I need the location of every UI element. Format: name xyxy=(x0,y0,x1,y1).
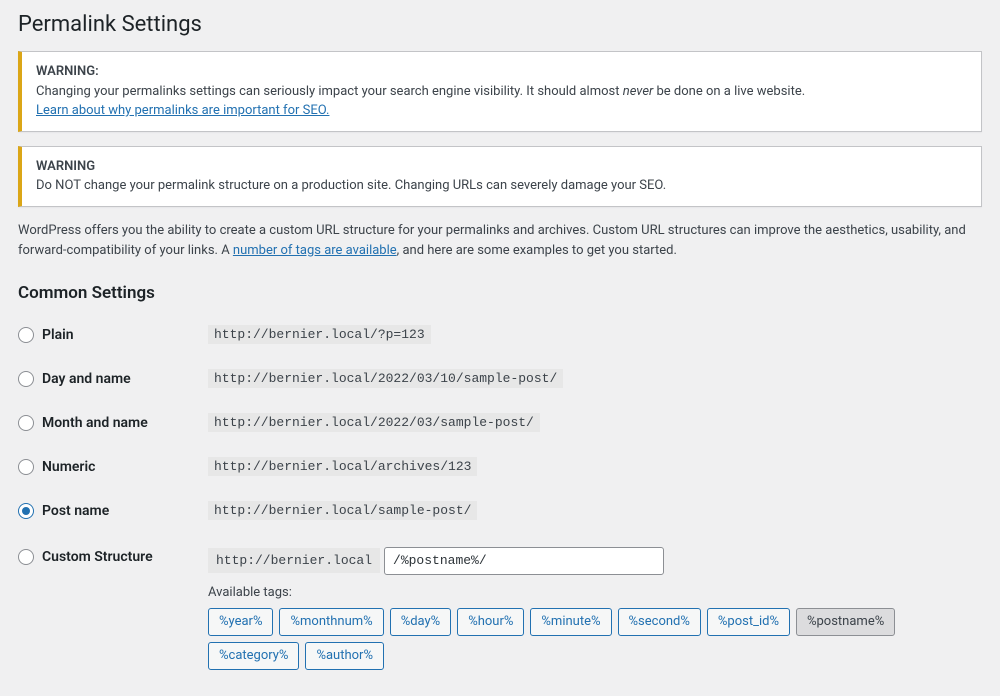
option-post-name[interactable]: Post name xyxy=(18,503,208,519)
option-plain[interactable]: Plain xyxy=(18,327,208,343)
warning-body-em: never xyxy=(623,84,654,99)
tag-day[interactable]: %day% xyxy=(390,608,452,636)
option-numeric[interactable]: Numeric xyxy=(18,459,208,475)
option-month-and-name[interactable]: Month and name xyxy=(18,415,208,431)
common-settings-heading: Common Settings xyxy=(18,283,982,303)
tag-hour[interactable]: %hour% xyxy=(457,608,524,636)
warning2-heading: WARNING xyxy=(36,159,95,174)
radio-day-and-name[interactable] xyxy=(18,371,34,387)
seo-warning-notice-2: WARNING Do NOT change your permalink str… xyxy=(18,146,982,207)
tag-minute[interactable]: %minute% xyxy=(530,608,611,636)
warning2-body: Do NOT change your permalink structure o… xyxy=(36,178,666,193)
available-tags-label: Available tags: xyxy=(208,585,982,600)
radio-month-and-name[interactable] xyxy=(18,415,34,431)
option-custom-structure[interactable]: Custom Structure xyxy=(18,549,208,565)
warning-body-after: be done on a live website. xyxy=(653,84,805,99)
custom-structure-prefix: http://bernier.local xyxy=(208,548,380,573)
seo-warning-notice-1: WARNING: Changing your permalinks settin… xyxy=(18,51,982,132)
warning-body-before: Changing your permalinks settings can se… xyxy=(36,84,623,99)
option-day-and-name[interactable]: Day and name xyxy=(18,371,208,387)
example-day-and-name: http://bernier.local/2022/03/10/sample-p… xyxy=(208,369,563,388)
available-tags: %year% %monthnum% %day% %hour% %minute% … xyxy=(208,608,982,670)
radio-numeric[interactable] xyxy=(18,459,34,475)
custom-structure-input[interactable] xyxy=(384,547,664,575)
tag-year[interactable]: %year% xyxy=(208,608,273,636)
example-post-name: http://bernier.local/sample-post/ xyxy=(208,501,477,520)
page-title: Permalink Settings xyxy=(18,12,982,37)
radio-custom-structure[interactable] xyxy=(18,549,34,565)
tag-postname[interactable]: %postname% xyxy=(796,608,895,636)
tags-available-link[interactable]: number of tags are available xyxy=(233,243,397,258)
tag-author[interactable]: %author% xyxy=(305,642,384,670)
tag-monthnum[interactable]: %monthnum% xyxy=(279,608,383,636)
example-month-and-name: http://bernier.local/2022/03/sample-post… xyxy=(208,413,540,432)
example-plain: http://bernier.local/?p=123 xyxy=(208,325,431,344)
example-numeric: http://bernier.local/archives/123 xyxy=(208,457,477,476)
tag-category[interactable]: %category% xyxy=(208,642,299,670)
tag-post-id[interactable]: %post_id% xyxy=(707,608,790,636)
tag-second[interactable]: %second% xyxy=(618,608,701,636)
radio-post-name[interactable] xyxy=(18,503,34,519)
warning-heading: WARNING: xyxy=(36,64,99,79)
intro-text: WordPress offers you the ability to crea… xyxy=(18,221,982,261)
radio-plain[interactable] xyxy=(18,327,34,343)
seo-learn-link[interactable]: Learn about why permalinks are important… xyxy=(36,103,329,118)
